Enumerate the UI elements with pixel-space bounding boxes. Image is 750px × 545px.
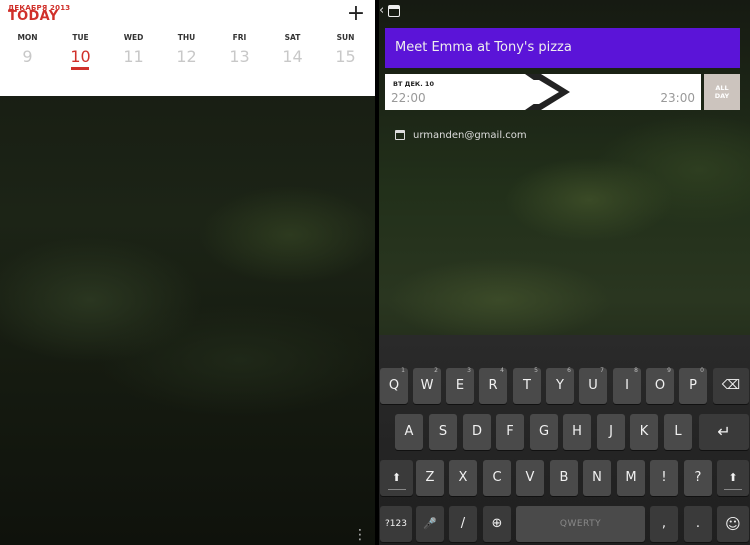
key-h[interactable]: H [563,414,591,450]
day-cell-sun[interactable]: SUN 15 [319,32,372,66]
day-cell-fri[interactable]: FRI 13 [213,32,266,66]
key-i[interactable]: I8 [613,367,641,404]
time-range-picker[interactable]: ВТ ДЕК. 10 22:00 23:00 [385,74,701,110]
key-o[interactable]: O9 [646,367,674,404]
key-q[interactable]: Q1 [380,367,408,404]
key-exclamation[interactable]: ! [650,460,678,496]
day-name: FRI [232,33,247,42]
day-name: MON [17,33,38,42]
today-button[interactable]: TODAY [8,9,58,24]
shift-icon-right[interactable]: ⬆ [717,460,749,496]
day-number: 10 [70,47,91,66]
key-g[interactable]: G [530,414,558,450]
plus-icon[interactable]: + [344,2,368,26]
key-x[interactable]: X [449,460,477,496]
key-period[interactable]: . [684,506,712,542]
key-a[interactable]: A [395,414,423,450]
shift-icon[interactable]: ⬆ [380,460,413,496]
day-cell-wed[interactable]: WED 11 [107,32,160,66]
start-time[interactable]: 22:00 [391,91,426,105]
key-m[interactable]: M [617,460,645,496]
space-key[interactable]: QWERTY [516,506,645,542]
emoji-icon[interactable]: ☺ [717,506,749,542]
key-k[interactable]: K [630,414,658,450]
key-y[interactable]: Y6 [546,367,574,404]
day-cell-thu[interactable]: THU 12 [160,32,213,66]
account-email: urmanden@gmail.com [413,129,527,141]
calendar-header: ДЕКАБРЯ 2013 TODAY + MON 9 TUE 10 WED 11 TH… [0,0,375,96]
soft-keyboard: Q1 W2 E3 R4 T5 Y6 U7 I8 O9 P0 ⌫ A S D F … [379,335,750,545]
day-number: 13 [229,47,250,66]
all-day-label-line1: ALL [715,84,729,92]
day-number: 12 [176,47,197,66]
day-name: TUE [72,33,89,42]
key-f[interactable]: F [496,414,524,450]
day-number: 9 [22,47,33,66]
event-title-field[interactable]: Meet Emma at Tony's pizza [385,28,740,68]
more-vertical-icon[interactable]: ⋮ [353,527,367,543]
globe-icon[interactable]: ⊕ [483,506,511,542]
day-cell-sat[interactable]: SAT 14 [266,32,319,66]
symbols-key[interactable]: ?123 [380,506,412,542]
key-b[interactable]: B [550,460,578,496]
end-time[interactable]: 23:00 [660,91,695,105]
day-number: 14 [282,47,303,66]
key-c[interactable]: C [483,460,511,496]
day-name: THU [177,33,196,42]
start-date: ВТ ДЕК. 10 [393,80,434,88]
back-chevron-icon[interactable]: ‹ [379,4,387,18]
range-arrow-icon [525,74,570,110]
day-number: 15 [335,47,356,66]
key-question[interactable]: ? [684,460,712,496]
key-j[interactable]: J [597,414,625,450]
key-t[interactable]: T5 [513,367,541,404]
calendar-account-selector[interactable]: urmanden@gmail.com [395,128,527,142]
month-view-pane: ДЕКАБРЯ 2013 TODAY + MON 9 TUE 10 WED 11 TH… [0,0,375,545]
day-cell-tue[interactable]: TUE 10 [54,32,107,66]
day-name: SUN [336,33,355,42]
key-v[interactable]: V [516,460,544,496]
day-name: SAT [284,33,301,42]
enter-icon[interactable]: ↵ [699,414,749,450]
calendar-app-icon[interactable] [388,5,400,17]
key-u[interactable]: U7 [579,367,607,404]
key-l[interactable]: L [664,414,692,450]
today-indicator [71,67,89,70]
backspace-icon[interactable]: ⌫ [713,368,749,404]
calendar-icon [395,130,405,140]
day-name: WED [123,33,144,42]
key-slash[interactable]: / [449,506,477,542]
all-day-toggle[interactable]: ALL DAY [704,74,740,110]
key-s[interactable]: S [429,414,457,450]
key-w[interactable]: W2 [413,367,441,404]
day-cell-mon[interactable]: MON 9 [1,32,54,66]
key-n[interactable]: N [583,460,611,496]
all-day-label-line2: DAY [714,92,730,100]
day-number: 11 [123,47,144,66]
microphone-icon[interactable]: 🎤 [416,506,444,542]
key-r[interactable]: R4 [479,367,507,404]
key-d[interactable]: D [463,414,491,450]
key-e[interactable]: E3 [446,367,474,404]
week-strip: MON 9 TUE 10 WED 11 THU 12 FRI 13 SAT 14 SUN 15 [0,32,375,72]
event-title-text: Meet Emma at Tony's pizza [395,40,572,55]
key-p[interactable]: P0 [679,367,707,404]
key-z[interactable]: Z [416,460,444,496]
key-comma[interactable]: , [650,506,678,542]
